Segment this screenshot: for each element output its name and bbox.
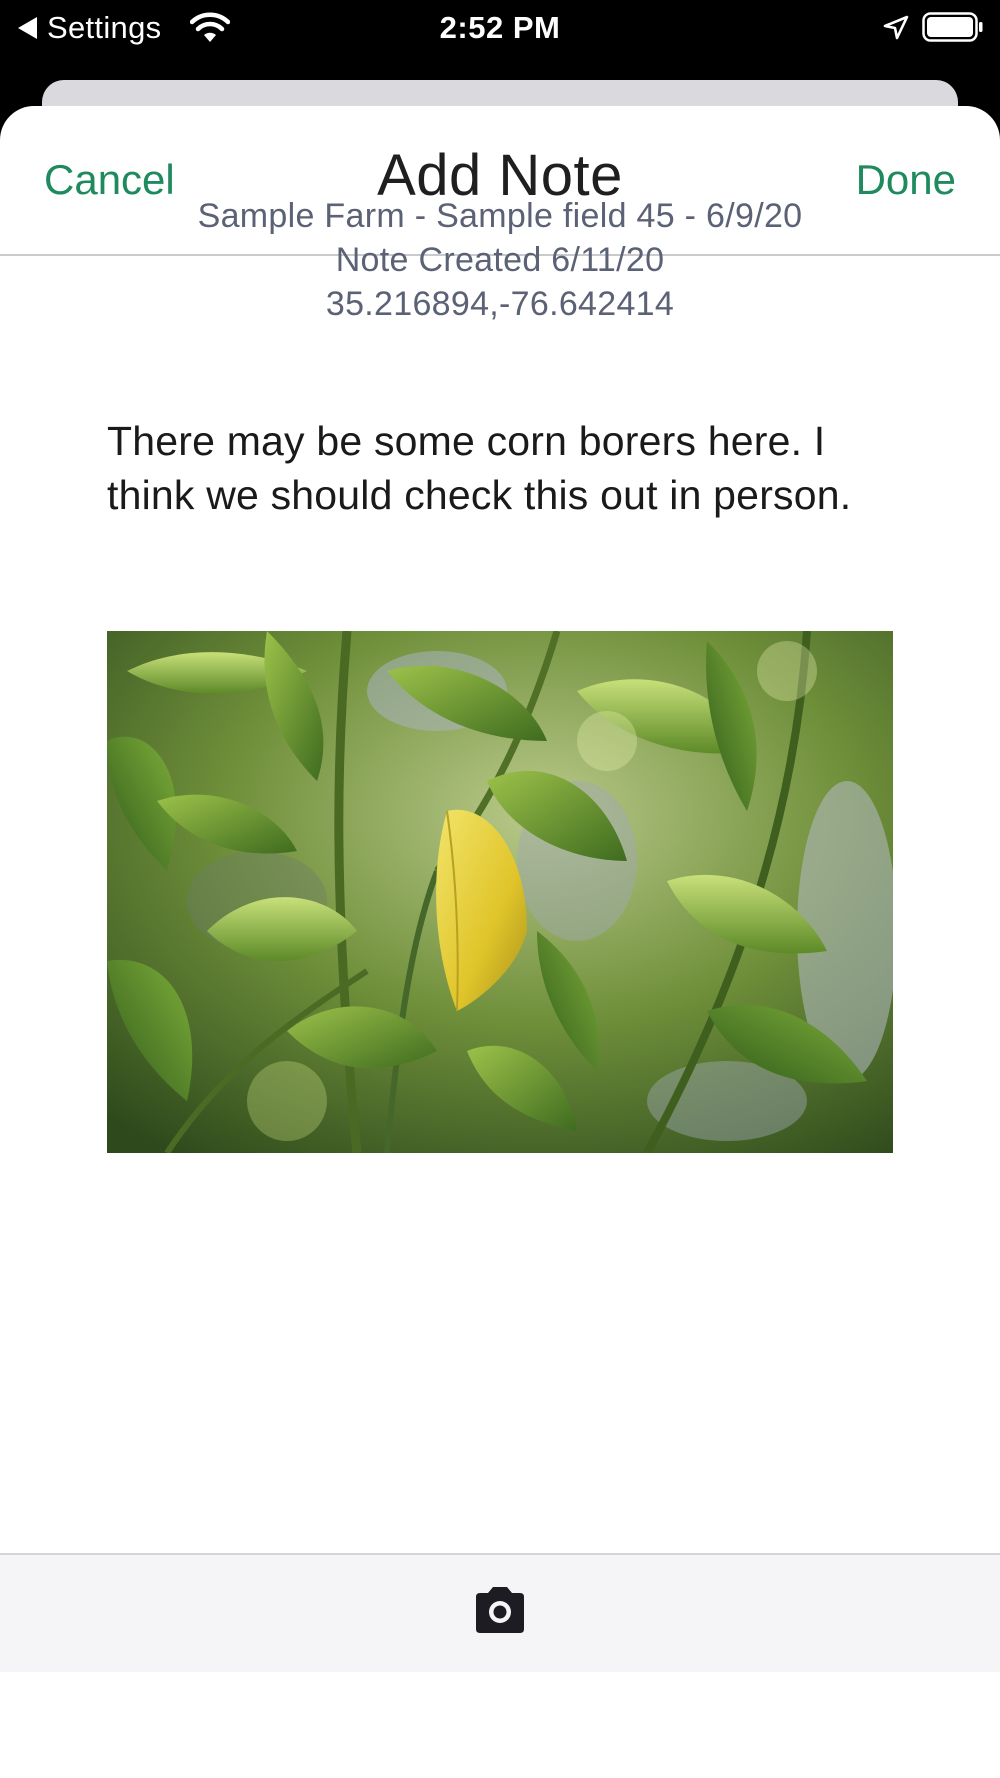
note-photo[interactable]	[107, 631, 893, 1153]
field-info: Sample Farm - Sample field 45 - 6/9/20	[197, 197, 803, 235]
note-metadata: Sample Farm - Sample field 45 - 6/9/20 N…	[0, 194, 1000, 326]
photo-plant-leaves	[107, 631, 893, 1153]
battery-icon	[922, 12, 983, 42]
note-text-field[interactable]: There may be some corn borers here. I th…	[107, 414, 907, 522]
note-created-date: Note Created 6/11/20	[335, 241, 665, 279]
note-coordinates: 35.216894,-76.642414	[325, 285, 675, 323]
location-arrow-icon	[883, 15, 909, 40]
status-time: 2:52 PM	[439, 10, 561, 45]
bottom-toolbar	[0, 1553, 1000, 1672]
camera-icon[interactable]	[472, 1585, 528, 1635]
status-bar: Settings 2:52 PM	[0, 0, 1000, 56]
